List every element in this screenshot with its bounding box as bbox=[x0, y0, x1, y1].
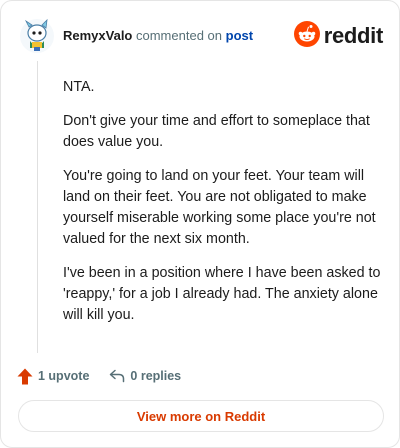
comment-body: NTA. Don't give your time and effort to … bbox=[63, 77, 381, 339]
comment-paragraph: Don't give your time and effort to somep… bbox=[63, 113, 370, 150]
replies-count: 0 replies bbox=[130, 369, 182, 383]
reddit-brand[interactable]: reddit bbox=[293, 20, 384, 52]
comment-meta: RemyxValo commented on post bbox=[63, 28, 253, 44]
comment-paragraph: NTA. bbox=[63, 79, 95, 95]
comment-header: RemyxValo commented on post reddit bbox=[19, 18, 383, 54]
meta-verb: commented on bbox=[136, 28, 222, 43]
comment-paragraph: I've been in a position where I have bee… bbox=[63, 265, 381, 323]
reddit-logo-icon bbox=[293, 20, 320, 52]
avatar[interactable] bbox=[19, 18, 55, 54]
username-link[interactable]: RemyxValo bbox=[63, 28, 132, 43]
reply-icon bbox=[109, 369, 130, 383]
upvote-button[interactable]: 1 upvote bbox=[17, 368, 89, 385]
post-link[interactable]: post bbox=[226, 28, 253, 43]
embed-card: RemyxValo commented on post reddit NTA. … bbox=[0, 0, 400, 448]
view-more-button[interactable]: View more on Reddit bbox=[18, 400, 384, 432]
thread-line bbox=[37, 61, 38, 353]
upvote-count: 1 upvote bbox=[38, 369, 90, 383]
upvote-arrow-icon bbox=[17, 368, 38, 385]
comment-paragraph: You're going to land on your feet. Your … bbox=[63, 168, 376, 247]
replies-button[interactable]: 0 replies bbox=[109, 369, 181, 383]
reddit-wordmark: reddit bbox=[323, 23, 384, 48]
comment-actions: 1 upvote 0 replies bbox=[17, 366, 181, 386]
